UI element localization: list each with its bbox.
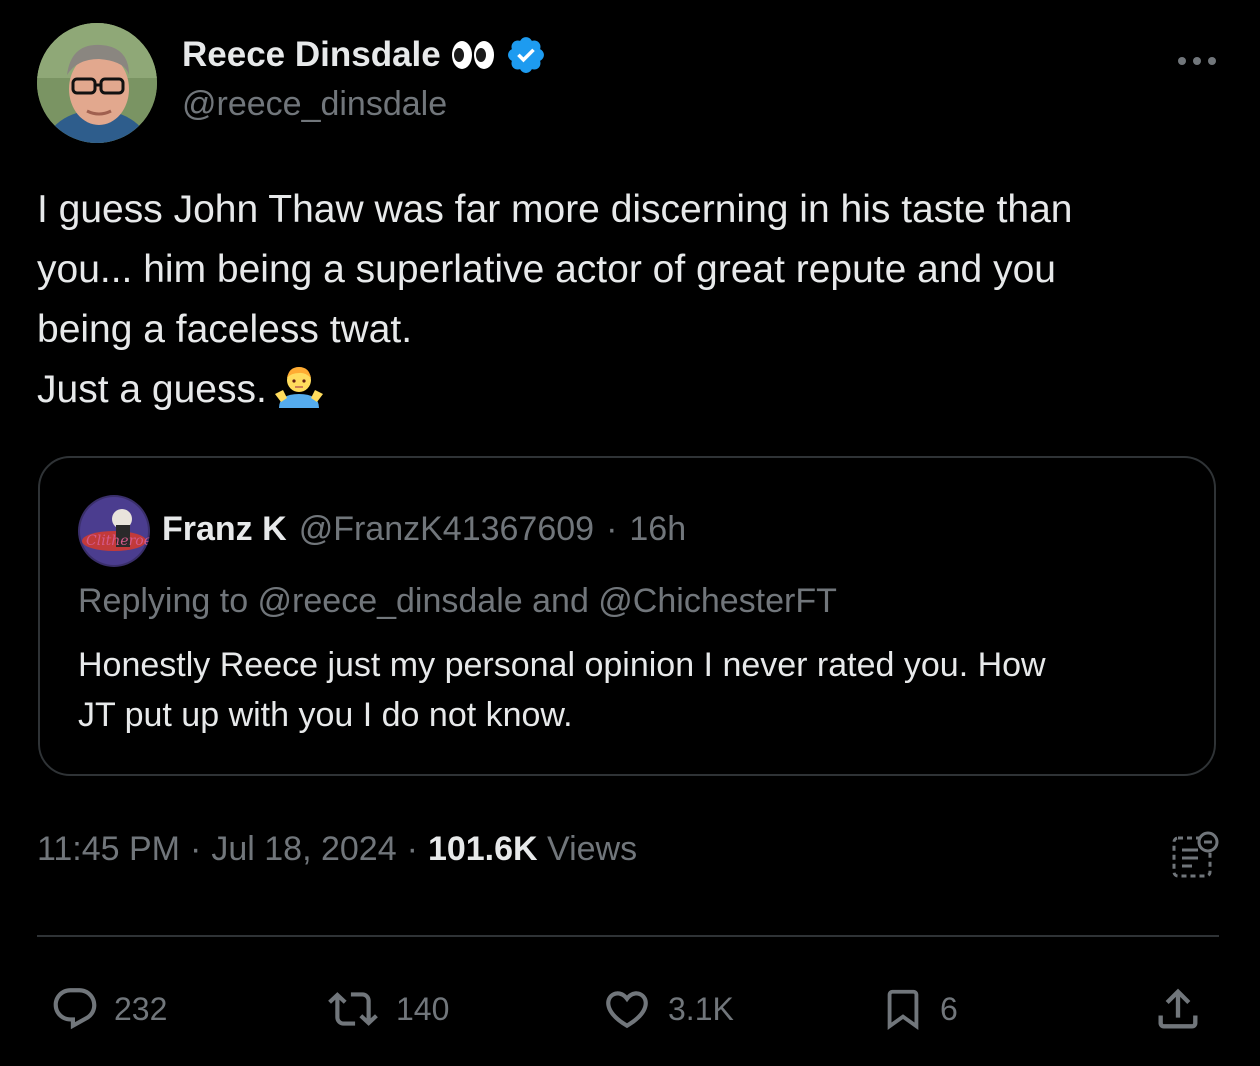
- author-avatar[interactable]: [37, 23, 157, 143]
- bookmark-count: 6: [940, 990, 958, 1027]
- reply-button[interactable]: 232: [50, 984, 167, 1034]
- svg-text:Clitheroe: Clitheroe: [86, 533, 150, 549]
- share-button[interactable]: [1152, 984, 1204, 1034]
- meta-separator: ·: [406, 830, 418, 868]
- meta-separator: ·: [190, 830, 202, 868]
- quote-header: Franz K @FranzK41367609 · 16h: [162, 510, 686, 549]
- quote-avatar-icon: Clitheroe: [78, 495, 150, 567]
- tweet-text-line: Just a guess.: [37, 368, 267, 411]
- quote-separator: ·: [606, 510, 618, 548]
- tweet-text-last-line: Just a guess.: [37, 360, 1227, 428]
- person-shrugging-icon: [273, 364, 325, 428]
- reply-count: 232: [114, 990, 168, 1027]
- tweet-date[interactable]: Jul 18, 2024: [211, 830, 396, 869]
- share-icon: [1158, 988, 1198, 1029]
- author-name-row[interactable]: Reece Dinsdale: [182, 34, 547, 76]
- tweet-text-line: being a faceless twat.: [37, 308, 413, 351]
- divider: [37, 935, 1219, 937]
- person-glasses-avatar-icon: [37, 23, 157, 143]
- verified-badge-icon[interactable]: [505, 34, 547, 76]
- bookmark-icon: [887, 989, 919, 1030]
- tweet-text-line: you... him being a superlative actor of …: [37, 248, 1056, 291]
- like-button[interactable]: 3.1K: [600, 984, 734, 1034]
- repost-icon: [328, 992, 378, 1026]
- author-name[interactable]: Reece Dinsdale: [182, 35, 441, 75]
- quote-replying-to: Replying to @reece_dinsdale and @Chiches…: [78, 582, 837, 620]
- quote-author-avatar[interactable]: Clitheroe: [78, 495, 150, 567]
- tweet-time[interactable]: 11:45 PM: [37, 830, 180, 869]
- reply-icon: [53, 988, 97, 1030]
- bookmark-button[interactable]: 6: [880, 984, 958, 1034]
- repost-button[interactable]: 140: [324, 984, 449, 1034]
- tweet-detail: Reece Dinsdale @reece_dinsdale I guess J…: [0, 0, 1260, 1066]
- like-count: 3.1K: [668, 990, 734, 1027]
- quote-text-line: Honestly Reece just my personal opinion …: [78, 646, 1046, 684]
- tweet-text: I guess John Thaw was far more discernin…: [37, 180, 1227, 428]
- quote-timestamp[interactable]: 16h: [629, 510, 686, 549]
- analytics-icon: [1172, 831, 1219, 878]
- heart-icon: [606, 991, 648, 1029]
- analytics-button[interactable]: [1170, 830, 1220, 880]
- quoted-tweet-card[interactable]: Clitheroe Franz K @FranzK41367609 · 16h …: [38, 456, 1216, 776]
- quote-author-name[interactable]: Franz K: [162, 510, 287, 549]
- tweet-meta: 11:45 PM · Jul 18, 2024 · 101.6K Views: [37, 830, 637, 869]
- author-handle[interactable]: @reece_dinsdale: [182, 85, 447, 124]
- quote-text: Honestly Reece just my personal opinion …: [78, 640, 1188, 740]
- more-options-button[interactable]: [1172, 44, 1222, 78]
- eyes-icon: [451, 40, 495, 70]
- views-label: Views: [547, 830, 638, 868]
- quote-text-line: JT put up with you I do not know.: [78, 696, 573, 734]
- quote-author-handle[interactable]: @FranzK41367609: [299, 510, 594, 549]
- repost-count: 140: [396, 990, 450, 1027]
- more-dots-icon: [1178, 57, 1216, 65]
- views-count: 101.6K: [427, 830, 538, 868]
- tweet-text-line: I guess John Thaw was far more discernin…: [37, 188, 1073, 231]
